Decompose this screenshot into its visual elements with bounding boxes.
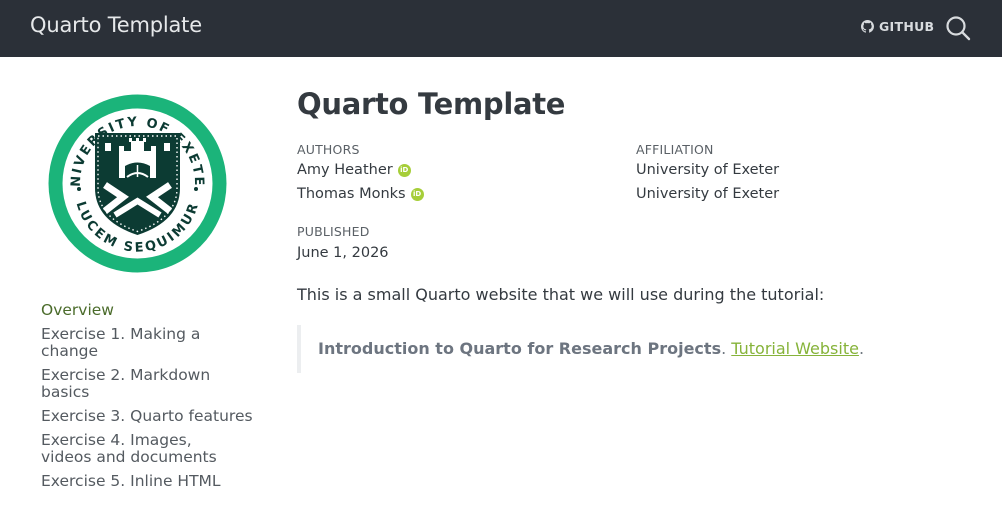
- search-icon[interactable]: [945, 15, 971, 41]
- callout-text: Introduction to Quarto for Research Proj…: [318, 339, 864, 358]
- sidebar-item-exercise-1[interactable]: Exercise 1. Making a change: [41, 326, 261, 360]
- author-2: Thomas Monks iD: [297, 186, 424, 202]
- callout-separator: .: [721, 339, 732, 358]
- github-label: GITHUB: [879, 19, 935, 34]
- orcid-icon[interactable]: iD: [410, 187, 424, 201]
- author-1: Amy Heather iD: [297, 162, 411, 178]
- sidebar-item-exercise-3[interactable]: Exercise 3. Quarto features: [41, 408, 261, 425]
- author-name: Thomas Monks: [297, 186, 406, 202]
- github-link[interactable]: GITHUB: [861, 19, 934, 34]
- sidebar-item-overview[interactable]: Overview: [41, 302, 261, 319]
- authors-heading: AUTHORS: [297, 142, 360, 157]
- published-heading: PUBLISHED: [297, 224, 370, 239]
- sidebar-item-exercise-2[interactable]: Exercise 2. Markdown basics: [41, 367, 261, 401]
- callout-end: .: [858, 339, 865, 358]
- site-title-link[interactable]: Quarto Template: [30, 13, 202, 37]
- affiliation-heading: AFFILIATION: [636, 142, 714, 157]
- tutorial-website-link[interactable]: Tutorial Website: [731, 339, 859, 358]
- intro-paragraph: This is a small Quarto website that we w…: [297, 285, 825, 304]
- university-logo: UNIVERSITY OF EXETER LUCEM SEQUIMUR: [47, 93, 227, 273]
- tutorial-callout: Introduction to Quarto for Research Proj…: [297, 325, 864, 373]
- author-affiliation: University of Exeter: [636, 162, 780, 178]
- author-name: Amy Heather: [297, 162, 393, 178]
- callout-bold-text: Introduction to Quarto for Research Proj…: [318, 339, 722, 358]
- orcid-icon[interactable]: iD: [397, 163, 411, 177]
- sidebar-nav: Overview Exercise 1. Making a change Exe…: [41, 302, 261, 497]
- sidebar-item-exercise-4[interactable]: Exercise 4. Images, videos and documents: [41, 432, 241, 466]
- github-icon: [861, 20, 874, 33]
- navbar: Quarto Template GITHUB: [0, 0, 1002, 57]
- author-affiliation: University of Exeter: [636, 186, 780, 202]
- sidebar-item-exercise-5[interactable]: Exercise 5. Inline HTML: [41, 473, 261, 490]
- page-title: Quarto Template: [297, 87, 566, 121]
- published-date: June 1, 2026: [297, 245, 389, 261]
